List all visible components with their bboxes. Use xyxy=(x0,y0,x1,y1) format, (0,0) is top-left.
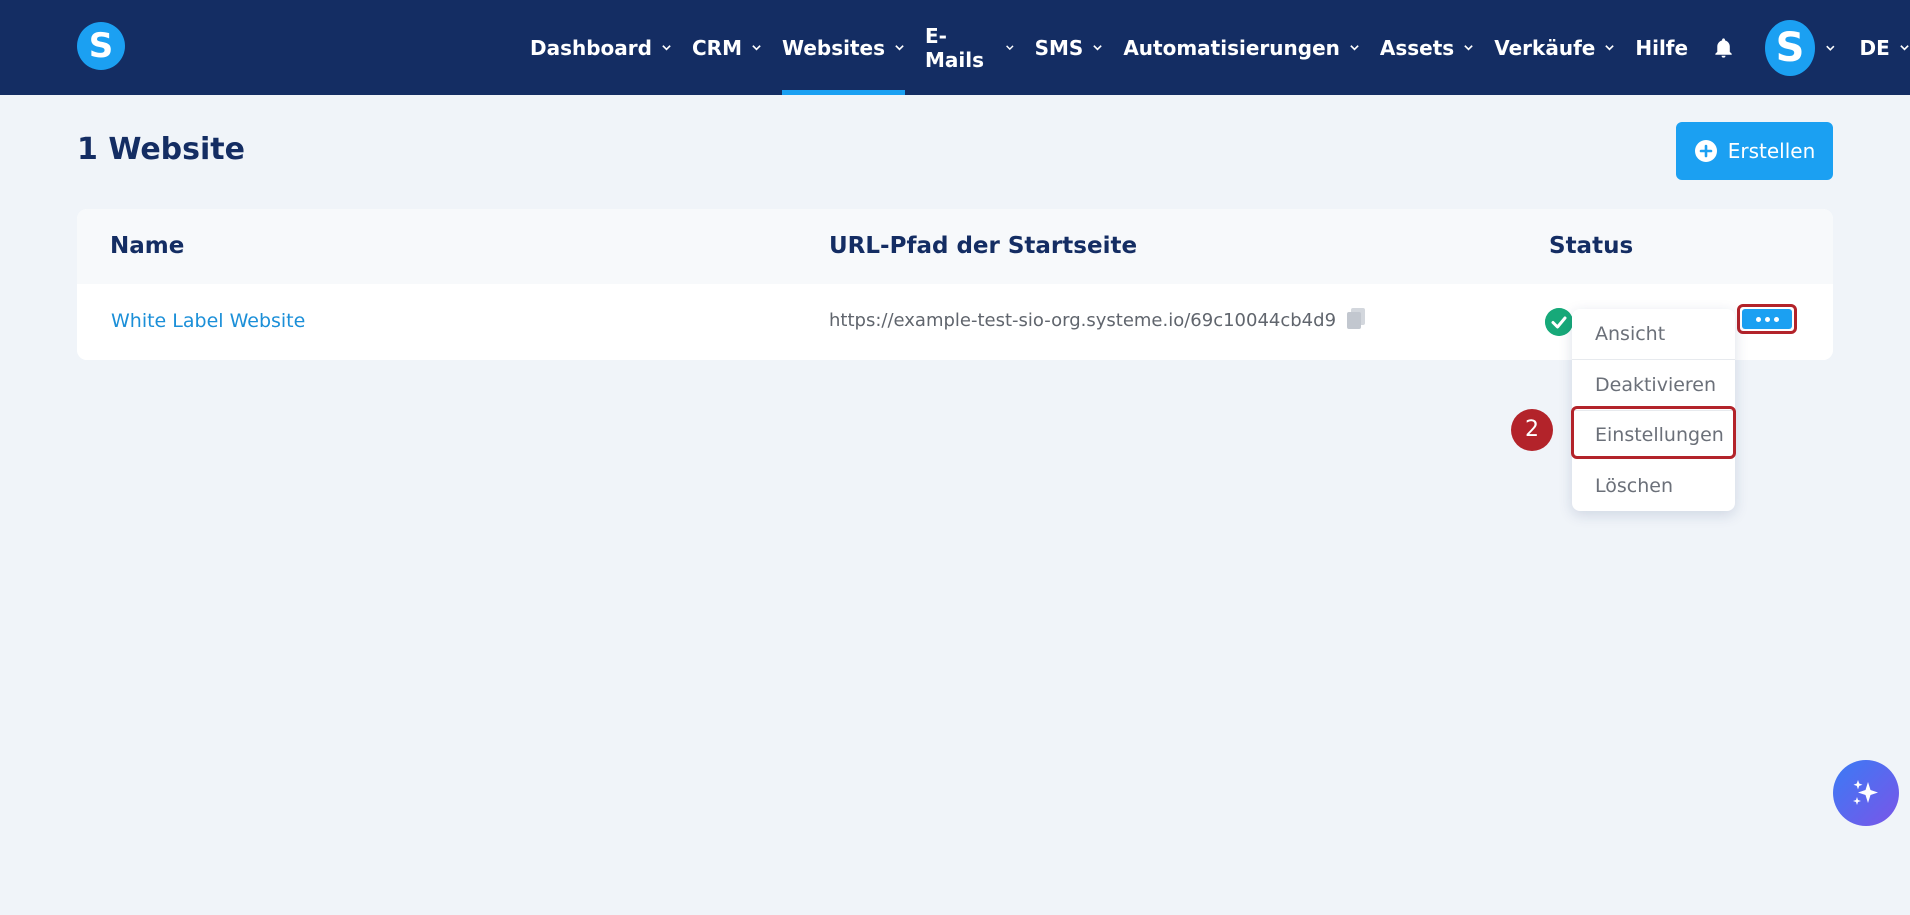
menu-item-ansicht[interactable]: Ansicht xyxy=(1572,309,1735,359)
nav-item-label: Dashboard xyxy=(530,35,652,60)
websites-table: Name URL-Pfad der Startseite Status Whit… xyxy=(77,209,1833,360)
chevron-down-icon xyxy=(1350,45,1359,51)
nav-item-automatisierungen[interactable]: Automatisierungen xyxy=(1123,0,1360,95)
column-header-status: Status xyxy=(1549,233,1634,259)
ai-assistant-button[interactable] xyxy=(1833,760,1899,826)
language-label: DE xyxy=(1859,35,1890,60)
menu-item-einstellungen[interactable]: Einstellungen xyxy=(1572,410,1735,460)
nav-item-crm[interactable]: CRM xyxy=(692,0,762,95)
nav-item-dashboard[interactable]: Dashboard xyxy=(530,0,672,95)
more-dot xyxy=(1773,316,1779,322)
menu-item-deaktivieren[interactable]: Deaktivieren xyxy=(1572,360,1735,410)
copy-icon[interactable] xyxy=(1345,307,1367,331)
status-active-icon xyxy=(1545,308,1573,336)
chevron-down-icon[interactable] xyxy=(1825,42,1836,54)
chevron-down-icon xyxy=(895,45,904,51)
chevron-down-icon xyxy=(1899,45,1909,51)
table-row: White Label Website https://example-test… xyxy=(77,284,1833,360)
row-actions-highlight xyxy=(1737,304,1797,334)
plus-circle-icon xyxy=(1694,140,1717,162)
sparkles-icon xyxy=(1853,780,1878,805)
language-selector[interactable]: DE xyxy=(1859,0,1909,95)
top-navigation: S Dashboard CRM Websites E-Mails SMS Aut… xyxy=(0,0,1910,95)
avatar[interactable]: S xyxy=(1765,19,1815,76)
nav-item-label: CRM xyxy=(691,35,742,60)
chevron-down-icon xyxy=(662,45,671,51)
nav-item-sms[interactable]: SMS xyxy=(1035,0,1104,95)
brand-logo[interactable]: S xyxy=(77,22,125,70)
nav-item-label: Websites xyxy=(781,35,885,60)
nav-item-label: Hilfe xyxy=(1635,35,1689,60)
step-badge: 2 xyxy=(1511,409,1553,451)
chevron-down-icon xyxy=(752,45,761,51)
page-title: 1 Website xyxy=(77,132,245,167)
menu-item-loeschen[interactable]: Löschen xyxy=(1572,461,1735,511)
row-actions-button[interactable] xyxy=(1742,309,1792,329)
nav-item-label: Verkäufe xyxy=(1494,35,1596,60)
nav-item-label: E-Mails xyxy=(925,23,985,72)
nav-item-label: Automatisierungen xyxy=(1123,35,1340,60)
nav-item-hilfe[interactable]: Hilfe xyxy=(1635,0,1688,95)
main-nav: Dashboard CRM Websites E-Mails SMS Autom… xyxy=(520,0,1910,95)
website-name-link[interactable]: White Label Website xyxy=(111,310,305,332)
chevron-down-icon xyxy=(1093,45,1103,51)
bell-icon[interactable] xyxy=(1712,35,1735,61)
create-button-label: Erstellen xyxy=(1727,139,1816,163)
create-button[interactable]: Erstellen xyxy=(1676,122,1833,180)
website-url: https://example-test-sio-org.systeme.io/… xyxy=(829,310,1337,331)
chevron-down-icon xyxy=(1464,45,1473,51)
nav-item-verkaeufe[interactable]: Verkäufe xyxy=(1494,0,1615,95)
column-header-name: Name xyxy=(110,233,185,259)
more-dot xyxy=(1764,316,1770,322)
nav-item-websites[interactable]: Websites xyxy=(781,0,906,95)
nav-item-emails[interactable]: E-Mails xyxy=(925,0,1015,95)
nav-item-assets[interactable]: Assets xyxy=(1380,0,1474,95)
column-header-url: URL-Pfad der Startseite xyxy=(829,233,1138,259)
chevron-down-icon xyxy=(1006,45,1014,51)
nav-item-label: Assets xyxy=(1379,35,1455,60)
more-dot xyxy=(1755,316,1761,322)
table-header: Name URL-Pfad der Startseite Status xyxy=(77,209,1833,284)
nav-item-label: SMS xyxy=(1034,35,1084,60)
chevron-down-icon xyxy=(1605,45,1615,51)
row-actions-menu: Ansicht Deaktivieren Einstellungen Lösch… xyxy=(1572,309,1735,511)
